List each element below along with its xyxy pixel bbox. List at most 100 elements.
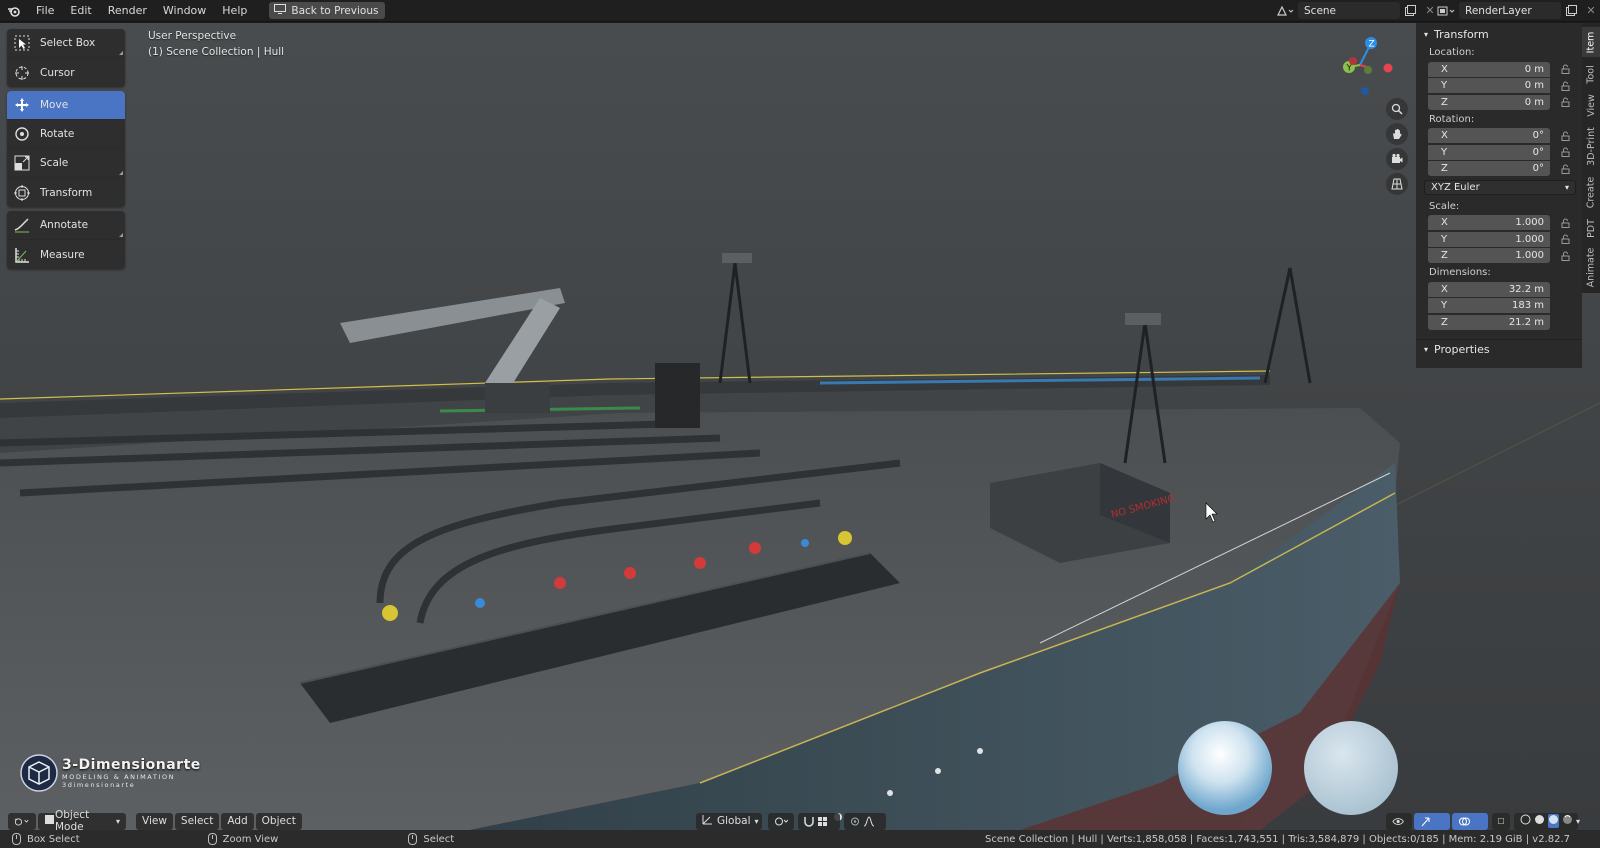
axis-label: Z [1441, 96, 1448, 108]
tab-animate[interactable]: Animate [1582, 245, 1600, 289]
menu-edit[interactable]: Edit [62, 0, 99, 22]
rendered-shading-icon[interactable] [1562, 814, 1573, 828]
properties-panel-header[interactable]: ▾ Properties [1416, 339, 1582, 358]
gizmo-toggle-icon[interactable] [1414, 812, 1450, 830]
navigation-gizmo[interactable]: Z Y [1340, 31, 1396, 97]
lock-icon[interactable] [1559, 217, 1571, 229]
tool-transform[interactable]: Transform [7, 178, 125, 207]
menu-object[interactable]: Object [255, 812, 302, 830]
view-layer-selector: RenderLayer ✕ [1433, 2, 1600, 19]
tool-move[interactable]: Move [7, 91, 125, 120]
dimensions-z-field[interactable]: Z 21.2 m [1428, 314, 1550, 330]
chevron-down-icon[interactable]: ▾ [1576, 817, 1580, 826]
menu-view[interactable]: View [136, 812, 173, 830]
scene-browse-icon[interactable] [1272, 2, 1298, 19]
tool-variant-indicator [119, 233, 123, 237]
menu-select[interactable]: Select [174, 812, 220, 830]
tool-scale[interactable]: Scale [7, 149, 125, 178]
location-y-field[interactable]: Y 0 m [1428, 78, 1550, 93]
tool-label: Transform [40, 186, 93, 199]
solid-shading-icon[interactable] [1534, 814, 1545, 828]
tool-label: Annotate [40, 219, 89, 231]
tool-measure[interactable]: Measure [7, 240, 125, 269]
new-scene-icon[interactable] [1400, 2, 1420, 19]
perspective-grid-icon[interactable] [1386, 173, 1408, 195]
menu-help[interactable]: Help [214, 0, 255, 22]
tool-cursor[interactable]: Cursor [7, 58, 125, 87]
tab-pdt[interactable]: PDT [1582, 215, 1600, 241]
view-layer-browse-icon[interactable] [1433, 2, 1459, 19]
field-value: 0° [1532, 130, 1544, 141]
lock-icon[interactable] [1559, 163, 1571, 175]
rotation-y-field[interactable]: Y 0° [1428, 144, 1550, 160]
rotation-mode-dropdown[interactable]: XYZ Euler ▾ [1424, 179, 1576, 195]
camera-icon[interactable] [1386, 148, 1408, 170]
material-preview-icon[interactable] [1548, 814, 1559, 828]
status-bar: Box Select Zoom View Select Scene Collec… [0, 830, 1600, 848]
tab-tool[interactable]: Tool [1582, 61, 1600, 87]
tab-3d-print[interactable]: 3D-Print [1582, 123, 1600, 169]
menu-window[interactable]: Window [155, 0, 214, 22]
tool-annotate[interactable]: Annotate [7, 211, 125, 240]
view-layer-field[interactable]: RenderLayer [1459, 2, 1561, 19]
diffuse-preview-sphere [1304, 721, 1398, 815]
tool-select-box[interactable]: Select Box [7, 29, 125, 58]
mode-selector[interactable]: Object Mode ▾ [38, 809, 126, 830]
lock-icon[interactable] [1559, 96, 1571, 108]
lock-icon[interactable] [1559, 146, 1571, 158]
xray-toggle-icon[interactable] [1492, 812, 1510, 830]
lock-icon[interactable] [1559, 130, 1571, 142]
cursor-icon [13, 64, 31, 82]
rotation-z-field[interactable]: Z 0° [1428, 161, 1550, 176]
lock-icon[interactable] [1559, 63, 1571, 75]
sidebar-tabs: Item Tool View 3D-Print Create PDT Anima… [1582, 23, 1600, 293]
delete-view-layer-icon[interactable]: ✕ [1581, 2, 1600, 19]
rotation-x-field[interactable]: X 0° [1428, 128, 1550, 143]
transform-orientation-selector[interactable]: Global ▾ [696, 812, 762, 830]
tab-view[interactable]: View [1582, 91, 1600, 119]
tool-rotate[interactable]: Rotate [7, 120, 125, 149]
dimensions-x-field[interactable]: X 32.2 m [1428, 281, 1550, 297]
scale-y-field[interactable]: Y 1.000 [1428, 231, 1550, 247]
visibility-eye-icon[interactable] [1386, 812, 1412, 830]
transform-panel-header[interactable]: ▾ Transform [1416, 25, 1582, 44]
location-x-field[interactable]: X 0 m [1428, 61, 1550, 77]
pivot-point-icon[interactable] [768, 812, 794, 830]
tab-item[interactable]: Item [1582, 27, 1600, 57]
pan-hand-icon[interactable] [1386, 123, 1408, 145]
tab-create[interactable]: Create [1582, 173, 1600, 211]
scene-selector: Scene ✕ [1272, 2, 1440, 19]
scale-x-field[interactable]: X 1.000 [1428, 215, 1550, 230]
overlays-toggle-icon[interactable] [1452, 812, 1488, 830]
menu-render[interactable]: Render [100, 0, 155, 22]
rotation-x-row: X 0° [1416, 128, 1582, 144]
field-value: 0° [1532, 146, 1544, 158]
scale-z-field[interactable]: Z 1.000 [1428, 248, 1550, 263]
scene-name-field[interactable]: Scene [1298, 2, 1400, 19]
wireframe-shading-icon[interactable] [1520, 814, 1531, 828]
svg-text:Y: Y [1346, 64, 1353, 74]
axis-label: X [1441, 217, 1448, 228]
3d-viewport[interactable]: NO SMOKING User Perspective (1) Scene Co… [0, 23, 1600, 830]
snap-toggle-icon[interactable] [798, 812, 840, 830]
lock-icon[interactable] [1559, 250, 1571, 262]
dimensions-y-field[interactable]: Y 183 m [1428, 298, 1550, 313]
blender-logo-icon[interactable] [0, 0, 28, 22]
scale-label: Scale: [1429, 200, 1460, 212]
lock-icon[interactable] [1559, 233, 1571, 245]
menu-file[interactable]: File [28, 0, 62, 22]
watermark-subtitle: MODELING & ANIMATION [62, 773, 176, 781]
panel-collapse-icon: ▾ [1424, 344, 1429, 354]
proportional-editing-icon[interactable] [844, 812, 886, 830]
menu-add[interactable]: Add [221, 812, 254, 830]
tab-label: Item [1585, 31, 1597, 53]
location-z-field[interactable]: Z 0 m [1428, 94, 1550, 110]
lock-icon[interactable] [1559, 80, 1571, 92]
shading-mode-group: ▾ [1514, 812, 1580, 830]
new-view-layer-icon[interactable] [1561, 2, 1581, 19]
back-to-previous-button[interactable]: Back to Previous [269, 2, 386, 19]
editor-type-icon[interactable] [8, 812, 36, 830]
transform-title: Transform [1434, 28, 1489, 41]
zoom-icon[interactable] [1386, 98, 1408, 120]
status-right-action: Select [423, 833, 455, 845]
